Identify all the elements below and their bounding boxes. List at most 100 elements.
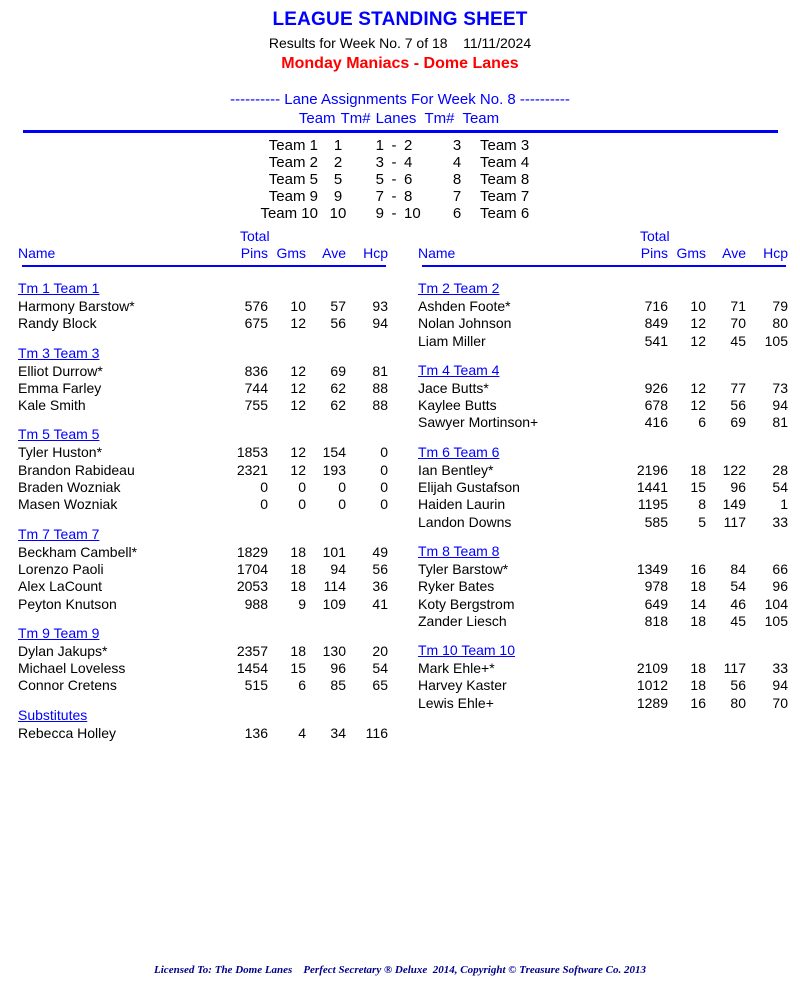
player-total-pins: 678 xyxy=(644,397,668,414)
player-total-pins: 1012 xyxy=(636,677,668,694)
player-total-pins: 818 xyxy=(644,612,668,629)
player-games: 10 xyxy=(690,298,706,314)
lane-row-team-left: Team 10 xyxy=(260,205,318,222)
team-header-link[interactable]: Tm 9 Team 9 xyxy=(18,625,99,641)
player-table: Dylan Jakups* 2357 18 130 20 Michael Loveless… xyxy=(18,643,388,695)
player-average: 56 xyxy=(730,397,746,414)
table-row: Alex LaCount 2053 18 114 36 xyxy=(18,578,388,595)
team-header-link[interactable]: Tm 10 Team 10 xyxy=(418,642,515,658)
player-name: Connor Cretens xyxy=(18,677,117,694)
table-row: Mark Ehle+* 2109 18 117 33 xyxy=(418,660,788,677)
team-header-link[interactable]: Tm 3 Team 3 xyxy=(18,345,99,361)
lane-row-tmnum-left: 2 xyxy=(333,154,343,171)
player-handicap: 49 xyxy=(372,543,388,560)
results-week-line: Results for Week No. 7 of 18 11/11/2024 xyxy=(268,35,532,51)
lane-row-tmnum-right: 7 xyxy=(452,188,462,205)
lane-row-lane-start: 7 xyxy=(375,188,384,205)
player-handicap: 70 xyxy=(772,694,788,711)
table-row: Lewis Ehle+ 1289 16 80 70 xyxy=(418,695,788,712)
lane-row-tmnum-right: 8 xyxy=(452,171,462,188)
lane-row-team-right: Team 8 xyxy=(480,171,530,188)
table-row: Ashden Foote* 716 10 71 79 xyxy=(418,298,788,315)
lane-assignments-heading: ---------- Lane Assignments For Week No.… xyxy=(230,91,570,108)
standings-area: Total Name Pins Gms Ave Hcp Tm 1 Team 1 H… xyxy=(0,228,800,754)
player-handicap: 79 xyxy=(772,298,788,314)
player-name: Ashden Foote* xyxy=(418,298,511,314)
player-games: 12 xyxy=(690,379,706,396)
player-average: 130 xyxy=(322,642,346,659)
player-handicap: 88 xyxy=(372,379,388,396)
right-column-headers: Total Name Pins Gms Ave Hcp xyxy=(418,228,788,264)
player-games: 4 xyxy=(298,724,306,741)
lane-row-lane-start: 3 xyxy=(375,154,384,171)
player-total-pins: 926 xyxy=(644,379,668,396)
substitutes-header-link[interactable]: Substitutes xyxy=(18,707,87,723)
team-block: Tm 1 Team 1 Harmony Barstow* 576 10 57 93 Rand… xyxy=(18,280,388,333)
player-name: Jace Butts* xyxy=(418,379,489,396)
player-total-pins: 649 xyxy=(644,595,668,612)
player-name: Koty Bergstrom xyxy=(418,595,515,612)
player-name: Haiden Laurin xyxy=(418,496,506,513)
player-average: 114 xyxy=(323,578,346,595)
team-header-link[interactable]: Tm 2 Team 2 xyxy=(418,280,499,296)
team-header-link[interactable]: Tm 1 Team 1 xyxy=(18,280,99,296)
table-row: Beckham Cambell* 1829 18 101 49 xyxy=(18,544,388,561)
player-games: 18 xyxy=(290,560,306,577)
player-games: 8 xyxy=(698,496,706,513)
player-name: Ian Bentley* xyxy=(418,461,494,478)
player-games: 12 xyxy=(690,332,706,349)
team-header-link[interactable]: Tm 8 Team 8 xyxy=(418,543,499,559)
player-average: 54 xyxy=(730,578,746,595)
player-table: Harmony Barstow* 576 10 57 93 Randy Block 675 1… xyxy=(18,298,388,333)
player-games: 10 xyxy=(290,298,306,314)
page-title: LEAGUE STANDING SHEET xyxy=(272,9,528,30)
player-average: 85 xyxy=(330,677,346,694)
player-handicap: 1 xyxy=(780,496,788,513)
player-average: 45 xyxy=(730,332,746,349)
lane-row-lane-start: 9 xyxy=(375,205,384,222)
player-handicap: 54 xyxy=(372,660,388,677)
table-row: Kaylee Butts 678 12 56 94 xyxy=(418,397,788,414)
lane-row-dash: - xyxy=(391,154,397,171)
player-average: 0 xyxy=(338,479,346,496)
player-handicap: 105 xyxy=(764,332,788,349)
player-handicap: 28 xyxy=(772,461,788,478)
right-total-label: Total xyxy=(640,228,670,244)
team-block: Tm 4 Team 4 Jace Butts* 926 12 77 73 Kaylee Bu… xyxy=(418,362,788,432)
right-header-ave: Ave xyxy=(722,245,746,261)
player-average: 46 xyxy=(730,595,746,612)
player-total-pins: 2357 xyxy=(236,642,268,659)
player-handicap: 54 xyxy=(772,479,788,496)
player-table: Tyler Barstow* 1349 16 84 66 Ryker Bates 978 18… xyxy=(418,561,788,630)
player-handicap: 93 xyxy=(372,298,388,314)
lane-row-dash: - xyxy=(391,188,397,205)
player-name: Mark Ehle+* xyxy=(418,660,495,677)
player-average: 45 xyxy=(730,612,746,629)
player-name: Randy Block xyxy=(18,315,97,332)
team-header-link[interactable]: Tm 7 Team 7 xyxy=(18,526,99,542)
player-name: Kaylee Butts xyxy=(418,397,497,414)
sheet-header: LEAGUE STANDING SHEET Results for Week N… xyxy=(0,0,800,73)
lane-row-tmnum-left: 9 xyxy=(333,188,343,205)
team-header-link[interactable]: Tm 4 Team 4 xyxy=(418,362,499,378)
player-average: 57 xyxy=(330,298,346,314)
player-table: Jace Butts* 926 12 77 73 Kaylee Butts 678 12 56 9… xyxy=(418,380,788,432)
team-header-link[interactable]: Tm 5 Team 5 xyxy=(18,426,99,442)
lane-row-tmnum-left: 10 xyxy=(329,205,347,222)
player-name: Michael Loveless xyxy=(18,660,126,677)
player-total-pins: 744 xyxy=(244,379,268,396)
player-total-pins: 755 xyxy=(244,397,268,414)
player-total-pins: 2321 xyxy=(236,461,268,478)
player-games: 15 xyxy=(690,479,706,496)
player-total-pins: 0 xyxy=(260,479,268,496)
player-handicap: 94 xyxy=(772,677,788,694)
lane-row-lane-start: 5 xyxy=(375,171,384,188)
table-row: Haiden Laurin 1195 8 149 1 xyxy=(418,496,788,513)
team-header-link[interactable]: Tm 6 Team 6 xyxy=(418,444,499,460)
team-block: Tm 8 Team 8 Tyler Barstow* 1349 16 84 66 Ryker… xyxy=(418,543,788,630)
player-handicap: 88 xyxy=(372,397,388,414)
player-games: 18 xyxy=(290,543,306,560)
lane-row-tmnum-left: 5 xyxy=(333,171,343,188)
lane-assignments-column-headers: Team Tm# Lanes Tm# Team xyxy=(0,110,800,127)
lane-row-team-left: Team 9 xyxy=(268,188,318,205)
